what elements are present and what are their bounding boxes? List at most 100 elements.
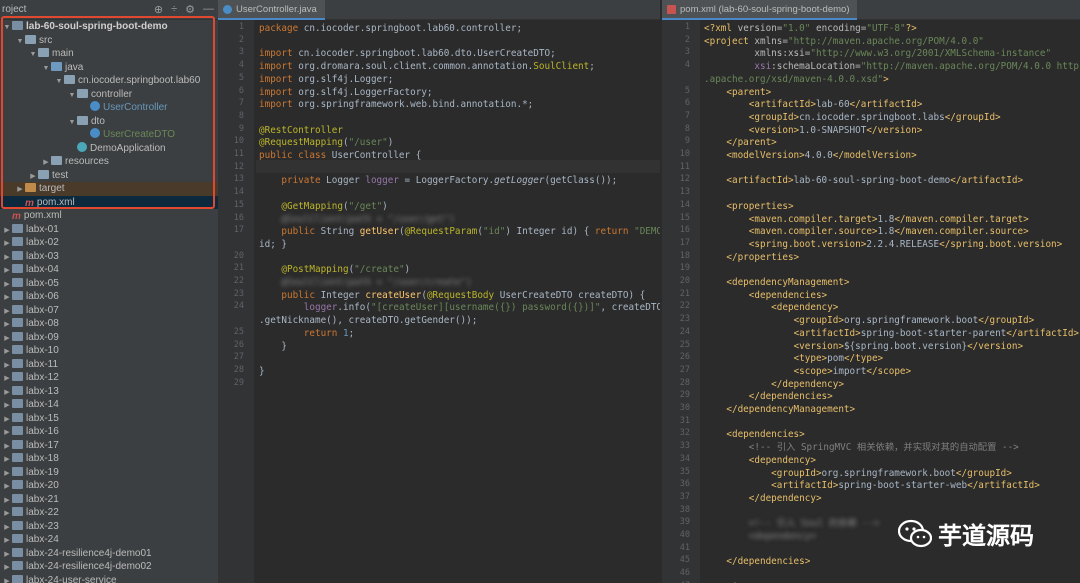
code-line[interactable]: package cn.iocoder.springboot.lab60.cont… [259,22,522,35]
code-line[interactable]: <!-- 引入 SpringMVC 相关依赖，并实现对其的自动配置 --> [704,441,1019,454]
chevron-right-icon[interactable]: ▶ [2,345,12,359]
tree-item[interactable]: ▶ labx-01 [0,223,218,237]
code-line[interactable]: import org.springframework.web.bind.anno… [259,98,533,111]
code-line[interactable]: <scope>import</scope> [704,365,912,378]
chevron-right-icon[interactable]: ▶ [2,426,12,440]
code-line[interactable]: import org.dromara.soul.client.common.an… [259,60,595,73]
chevron-right-icon[interactable]: ▶ [2,278,12,292]
tree-item[interactable]: UserController [0,101,218,115]
code-line[interactable]: <artifactId>spring-boot-starter-web</art… [704,479,1040,492]
tree-item[interactable]: ▶ labx-05 [0,277,218,291]
code-line[interactable]: <modelVersion>4.0.0</modelVersion> [704,149,916,162]
code-line[interactable]: </properties> [704,251,799,264]
code-line[interactable]: </dependency> [704,378,844,391]
code-line[interactable]: import cn.iocoder.springboot.lab60.dto.U… [259,47,556,60]
code-line[interactable]: .apache.org/xsd/maven-4.0.0.xsd"> [704,73,889,86]
tree-item[interactable]: ▶ labx-22 [0,506,218,520]
tree-item[interactable]: DemoApplication [0,141,218,156]
code-line[interactable]: </dependency> [704,492,822,505]
code-line[interactable]: <dependencyManagement> [704,276,849,289]
code-line[interactable]: <spring.boot.version>2.2.4.RELEASE</spri… [704,238,1062,251]
tree-item[interactable]: ▶ labx-07 [0,304,218,318]
code-line[interactable]: public Integer createUser(@RequestBody U… [259,289,645,302]
tree-item[interactable]: ▶ labx-24 [0,533,218,547]
gear-icon[interactable]: ⚙ [185,3,195,16]
tree-item[interactable]: ▶ labx-24-user-service [0,574,218,583]
tree-item[interactable]: ▼ lab-60-soul-spring-boot-demo [0,20,218,34]
chevron-right-icon[interactable]: ▶ [2,561,12,575]
chevron-right-icon[interactable]: ▶ [2,224,12,238]
code-line[interactable]: </dependencies> [704,555,810,568]
tree-item[interactable]: m pom.xml [0,195,218,209]
chevron-right-icon[interactable]: ▶ [2,480,12,494]
chevron-right-icon[interactable]: ▶ [2,453,12,467]
code-line[interactable]: <groupId>org.springframework.boot</group… [704,314,1035,327]
chevron-right-icon[interactable]: ▶ [2,237,12,251]
code-line[interactable]: </parent> [704,136,776,149]
code-line[interactable]: @GetMapping("/get") [259,200,387,213]
tree-item[interactable]: ▶ labx-23 [0,520,218,534]
tree-item[interactable]: ▶ labx-02 [0,236,218,250]
tree-item[interactable]: ▶ labx-18 [0,452,218,466]
locate-icon[interactable]: ⊕ [154,3,163,16]
java-editor[interactable]: 1 2 3 4 5 6 7 8 9 10 11 12 13 14 15 16 17 20 21 22 23 24 25 26 2… [218,20,660,583]
code-line[interactable]: @RequestMapping("/user") [259,136,393,149]
code-line[interactable]: <parent> [704,86,771,99]
code-line[interactable]: @SoulClient(path = "/user/create") [259,276,471,289]
code-line[interactable]: } [259,340,287,353]
tree-item[interactable]: ▶ labx-09 [0,331,218,345]
code-line[interactable]: @RestController [259,124,343,137]
chevron-down-icon[interactable]: ▼ [2,21,12,35]
code-line[interactable]: <type>pom</type> [704,352,884,365]
tree-item[interactable]: ▼ dto [0,115,218,129]
tree-item[interactable]: ▶ labx-03 [0,250,218,264]
code-line[interactable]: <version>1.0-SNAPSHOT</version> [704,124,923,137]
tree-item[interactable]: ▶ resources [0,155,218,169]
chevron-right-icon[interactable]: ▶ [2,332,12,346]
xml-editor[interactable]: 1 2 3 4 5 6 7 8 9 10 11 12 13 14 15 16 17 18 19 20 21 22 23 24 2… [662,20,1080,583]
chevron-right-icon[interactable]: ▶ [2,534,12,548]
code-line[interactable]: <project xmlns="http://maven.apache.org/… [704,35,984,48]
tree-item[interactable]: ▶ labx-16 [0,425,218,439]
chevron-right-icon[interactable]: ▶ [2,548,12,562]
tree-item[interactable]: ▶ labx-13 [0,385,218,399]
tree-item[interactable]: ▶ labx-08 [0,317,218,331]
tab-user-controller[interactable]: UserController.java [218,0,325,20]
chevron-right-icon[interactable]: ▶ [2,305,12,319]
tab-pom-xml[interactable]: pom.xml (lab-60-soul-spring-boot-demo) [662,0,858,20]
code-line[interactable]: .getNickname(), createDTO.getGender()); [259,314,477,327]
code-line[interactable]: public String getUser(@RequestParam("id"… [259,225,660,238]
code-line[interactable]: import org.slf4j.Logger; [259,73,393,86]
tree-item[interactable]: ▶ labx-19 [0,466,218,480]
code-line[interactable]: </dependencies> [704,390,833,403]
code-line[interactable]: private Logger logger = LoggerFactory.ge… [259,174,617,187]
code-line[interactable]: <artifactId>lab-60-soul-spring-boot-demo… [704,174,1023,187]
chevron-right-icon[interactable]: ▶ [41,156,51,170]
tree-item[interactable]: ▶ labx-21 [0,493,218,507]
chevron-down-icon[interactable]: ▼ [15,35,25,49]
chevron-right-icon[interactable]: ▶ [2,372,12,386]
code-line[interactable]: <artifactId>spring-boot-starter-parent</… [704,327,1079,340]
tree-item[interactable]: ▶ labx-17 [0,439,218,453]
code-line[interactable]: return 1; [259,327,354,340]
tree-item[interactable]: ▼ main [0,47,218,61]
code-line[interactable]: logger.info("[createUser][username({}) p… [259,301,660,314]
code-line[interactable]: <version>${spring.boot.version}</version… [704,340,1024,353]
code-line[interactable]: <dependencies> [704,289,827,302]
code-line[interactable]: @SoulClient(path = "/user/get") [259,213,455,226]
chevron-right-icon[interactable]: ▶ [2,440,12,454]
code-line[interactable]: <!-- 引入 Soul 的依赖 --> [704,517,879,530]
tree-item[interactable]: ▼ controller [0,88,218,102]
tree-item[interactable]: ▶ test [0,169,218,183]
tree-item[interactable]: ▼ src [0,34,218,48]
chevron-down-icon[interactable]: ▼ [54,75,64,89]
code-line[interactable]: <artifactId>lab-60</artifactId> [704,98,923,111]
tree-item[interactable]: ▶ target [0,182,218,196]
code-line[interactable]: <groupId>cn.iocoder.springboot.labs</gro… [704,111,1001,124]
chevron-right-icon[interactable]: ▶ [2,575,12,583]
tree-item[interactable]: ▶ labx-15 [0,412,218,426]
tree-item[interactable]: ▼ cn.iocoder.springboot.lab60 [0,74,218,88]
code-line[interactable]: xsi:schemaLocation="http://maven.apache.… [704,60,1080,73]
chevron-right-icon[interactable]: ▶ [2,467,12,481]
tree-item[interactable]: UserCreateDTO [0,128,218,142]
